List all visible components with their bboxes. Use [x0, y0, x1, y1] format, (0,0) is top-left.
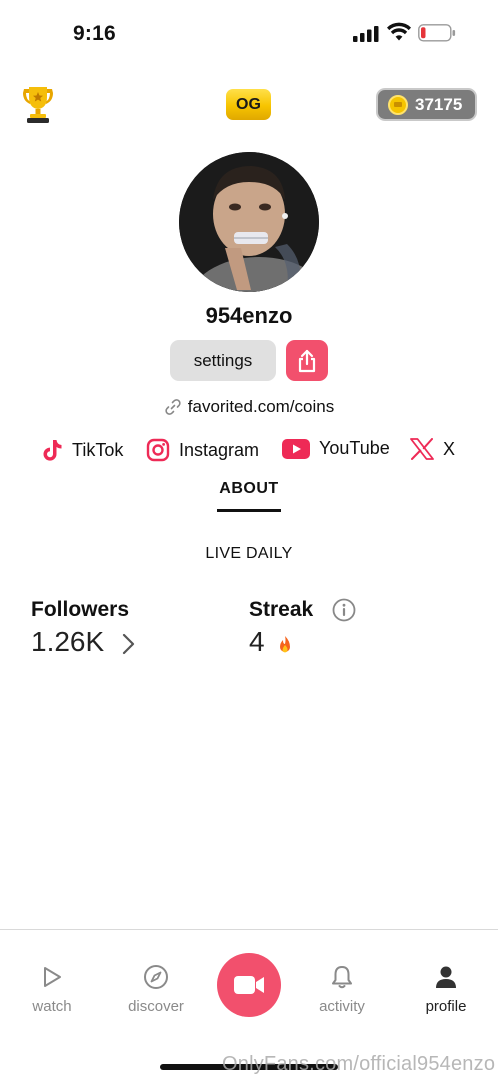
- social-x-label: X: [443, 438, 456, 459]
- avatar[interactable]: [179, 152, 319, 292]
- video-camera-icon: [234, 976, 264, 994]
- watermark: OnlyFans.com/official954enzo: [222, 1053, 496, 1075]
- social-links: TikTok Instagram YouTube X: [0, 438, 498, 468]
- play-icon: [7, 962, 97, 992]
- share-icon: [298, 349, 316, 372]
- battery-low-icon: [418, 24, 456, 42]
- trophy-icon[interactable]: [20, 84, 56, 124]
- go-live-button[interactable]: [217, 953, 281, 1017]
- tab-about[interactable]: ABOUT: [217, 480, 281, 498]
- instagram-icon: [146, 438, 170, 462]
- nav-discover[interactable]: discover: [111, 962, 201, 1015]
- coins-count: 37175: [415, 94, 463, 114]
- chevron-right-icon[interactable]: [120, 632, 136, 656]
- status-bar: 9:16: [0, 0, 498, 60]
- nav-activity-label: activity: [319, 998, 365, 1015]
- social-youtube-label: YouTube: [319, 438, 390, 458]
- youtube-icon: [282, 438, 310, 459]
- person-icon: [401, 962, 491, 992]
- status-time: 9:16: [73, 22, 116, 45]
- link-icon: [165, 399, 181, 415]
- nav-watch[interactable]: watch: [7, 962, 97, 1015]
- cellular-signal-icon: [353, 26, 379, 42]
- nav-discover-label: discover: [128, 998, 184, 1015]
- social-instagram-label: Instagram: [179, 439, 260, 460]
- social-x[interactable]: X: [410, 438, 455, 460]
- nav-profile[interactable]: profile: [401, 962, 491, 1015]
- bio: LIVE DAILY: [205, 545, 293, 562]
- nav-profile-label: profile: [425, 998, 467, 1015]
- settings-button[interactable]: settings: [170, 340, 276, 381]
- profile-link-text: favorited.com/coins: [187, 397, 335, 416]
- followers-count[interactable]: 1.26K: [31, 626, 104, 658]
- x-icon: [410, 438, 434, 460]
- username: 954enzo: [205, 303, 293, 328]
- followers-label: Followers: [31, 598, 130, 621]
- streak-count: 4: [249, 626, 265, 657]
- coin-icon: [388, 94, 408, 115]
- profile-link[interactable]: favorited.com/coins: [0, 397, 498, 417]
- wifi-icon: [387, 22, 411, 41]
- nav-divider: [0, 929, 498, 930]
- share-button[interactable]: [286, 340, 328, 381]
- compass-icon: [111, 962, 201, 992]
- social-tiktok-label: TikTok: [72, 439, 124, 460]
- nav-activity[interactable]: activity: [297, 962, 387, 1015]
- info-icon[interactable]: [332, 598, 356, 622]
- bell-icon: [297, 962, 387, 992]
- avatar-image: [179, 152, 319, 292]
- streak-label: Streak: [249, 598, 314, 621]
- og-badge[interactable]: OG: [226, 89, 271, 120]
- coins-balance-button[interactable]: 37175: [376, 88, 477, 121]
- nav-watch-label: watch: [32, 998, 72, 1015]
- social-tiktok[interactable]: TikTok: [41, 438, 123, 462]
- tiktok-icon: [41, 438, 63, 462]
- tab-about-indicator: [217, 509, 281, 512]
- social-instagram[interactable]: Instagram: [146, 438, 259, 462]
- social-youtube[interactable]: YouTube: [282, 438, 390, 459]
- fire-icon: [280, 636, 290, 653]
